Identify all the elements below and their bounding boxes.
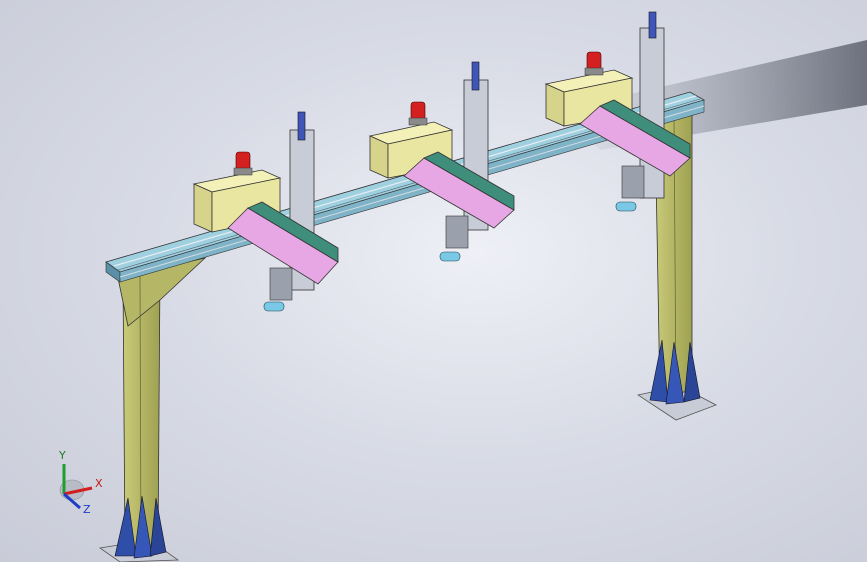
carriage-1-nozzle: [263, 301, 285, 312]
carriage-3-nozzle: [615, 201, 637, 212]
warning-beacon-icon: [408, 101, 428, 126]
warning-beacon-icon: [584, 51, 604, 76]
carriage-3-mast-rod: [648, 11, 657, 39]
carriage-1-tool: [269, 267, 293, 301]
triad-x-label: X: [95, 477, 103, 490]
left-column[interactable]: [98, 257, 207, 562]
carriage-3-tool: [621, 165, 645, 199]
triad-y-label: Y: [58, 449, 66, 462]
cad-viewport[interactable]: Y X Z: [0, 0, 867, 562]
carriage-1-mast-rod: [297, 111, 306, 141]
coordinate-triad-icon[interactable]: Y X Z: [58, 449, 103, 516]
carriage-2-mast-rod: [471, 61, 480, 91]
carriage-2-tool: [445, 215, 469, 249]
warning-beacon-icon: [233, 151, 253, 176]
carriage-2-nozzle: [439, 251, 461, 262]
carriage-1-cabinet-front: [193, 183, 213, 233]
gantry-model[interactable]: Y X Z: [0, 0, 867, 562]
triad-z-label: Z: [83, 503, 91, 516]
